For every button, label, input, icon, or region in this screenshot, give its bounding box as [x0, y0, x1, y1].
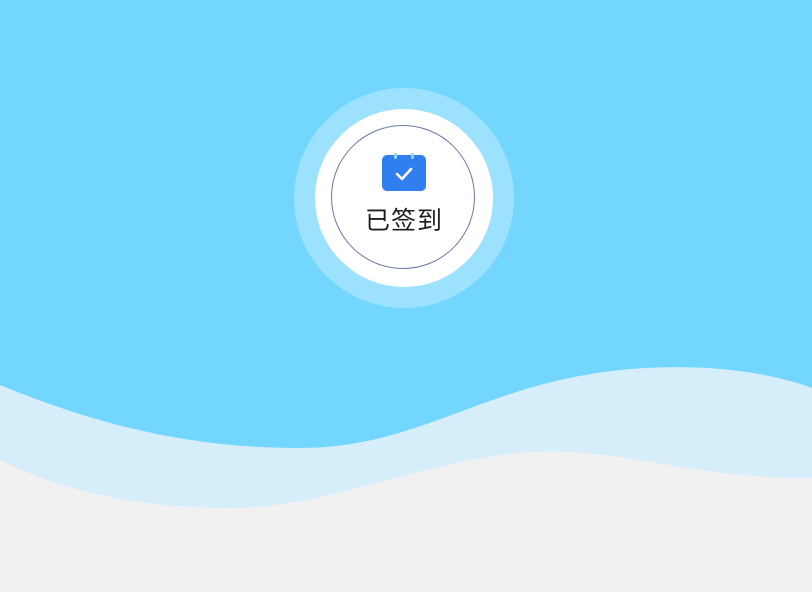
checkin-button[interactable]: 已签到 — [315, 109, 493, 287]
checkin-ring — [331, 125, 475, 269]
checkin-screen: 已签到 — [0, 0, 812, 592]
calendar-check-icon — [382, 153, 426, 191]
checkin-status-label: 已签到 — [364, 206, 443, 235]
